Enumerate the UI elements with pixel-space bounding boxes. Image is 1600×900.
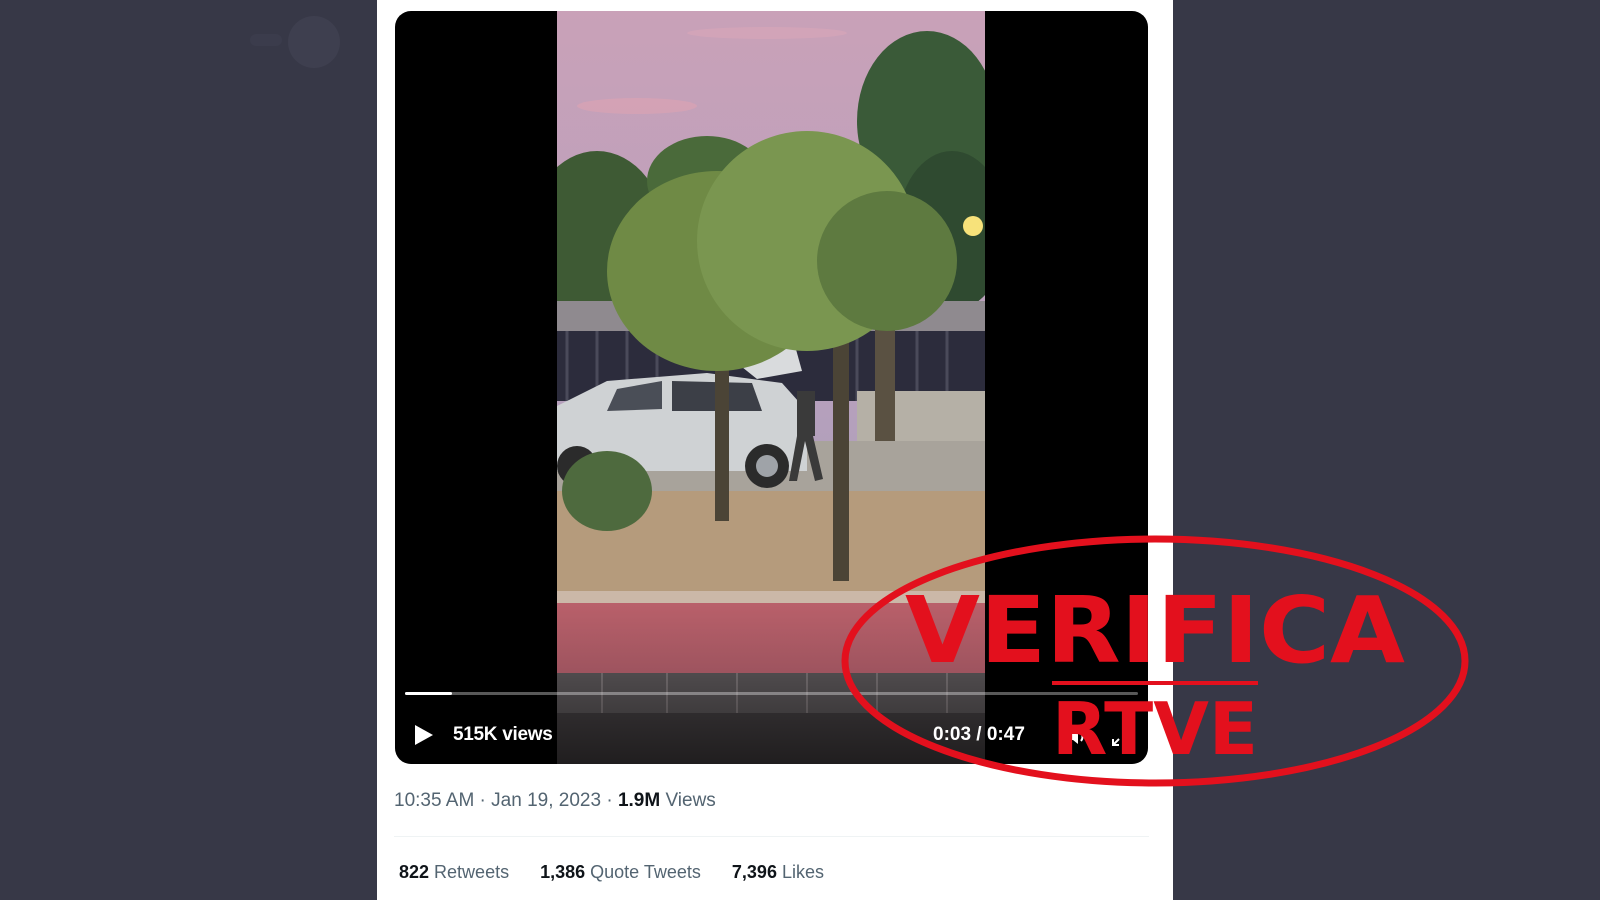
retweets-label: Retweets	[429, 862, 510, 882]
retweets-stat[interactable]: 822 Retweets	[399, 862, 509, 882]
play-icon[interactable]	[415, 725, 433, 745]
meta-separator: ·	[474, 790, 492, 811]
retweets-count: 822	[399, 862, 430, 882]
quote-tweets-label: Quote Tweets	[585, 862, 701, 882]
background-name-shadow	[250, 34, 282, 46]
tweet-meta: 10:35 AM · Jan 19, 2023 · 1.9M Views	[394, 790, 716, 812]
tweet-date[interactable]: Jan 19, 2023	[491, 790, 601, 811]
likes-stat[interactable]: 7,396 Likes	[732, 862, 824, 882]
tweet-view-label: Views	[660, 790, 716, 811]
tweet-stats: 822 Retweets 1,386 Quote Tweets 7,396 Li…	[399, 862, 850, 883]
video-views-count: 515K views	[453, 724, 553, 745]
tweet-view-count: 1.9M	[617, 790, 661, 811]
likes-label: Likes	[776, 862, 824, 882]
watermark-verifica: VERIFICA	[905, 577, 1405, 684]
quote-tweets-count: 1,386	[540, 862, 586, 882]
quote-tweets-stat[interactable]: 1,386 Quote Tweets	[540, 862, 701, 882]
verifica-rtve-watermark: VERIFICA RTVE	[841, 535, 1469, 787]
tweet-time[interactable]: 10:35 AM	[394, 790, 474, 811]
background-avatar-shadow	[288, 16, 340, 68]
video-progress-fill	[405, 692, 452, 695]
meta-separator: ·	[601, 790, 618, 811]
watermark-rtve: RTVE	[1052, 687, 1258, 771]
likes-count: 7,396	[731, 862, 777, 882]
divider	[394, 836, 1149, 837]
